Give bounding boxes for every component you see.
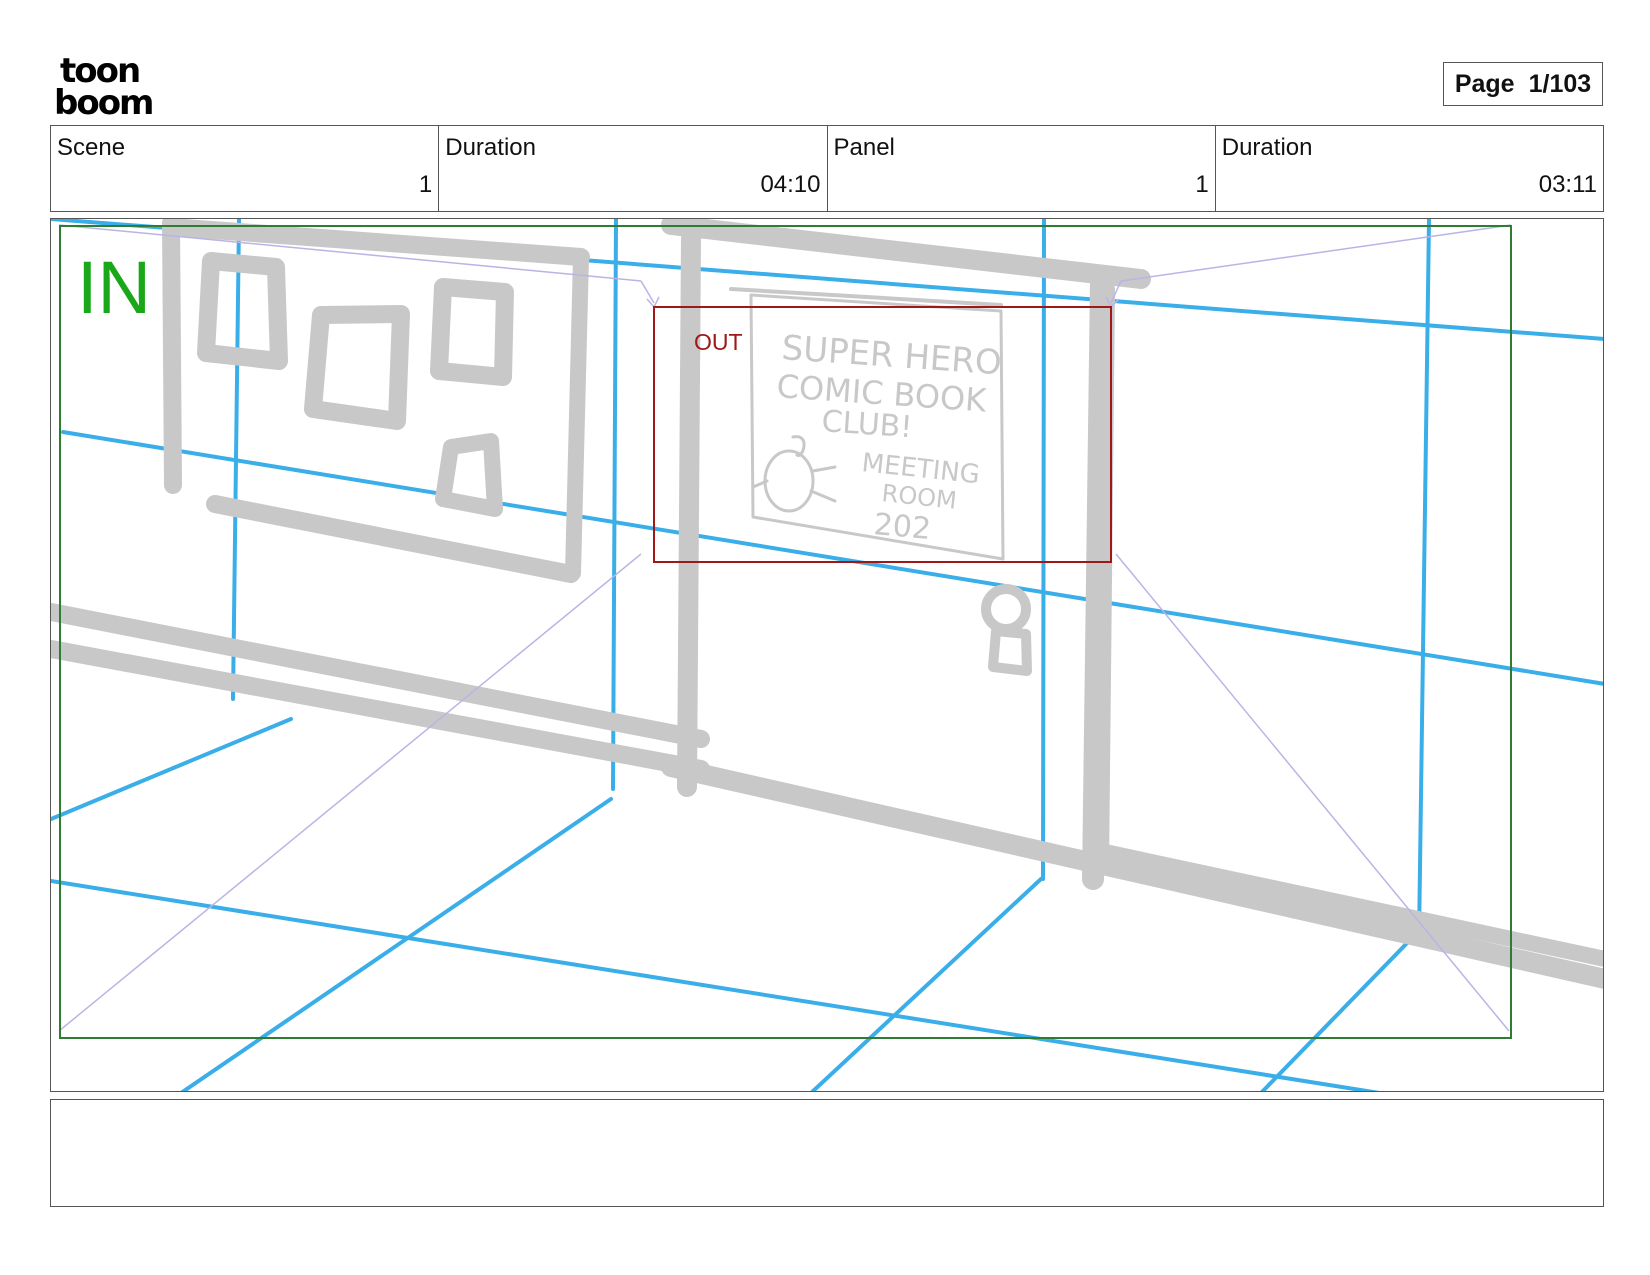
poster-line-3: CLUB!	[820, 404, 913, 445]
scene-cell: Scene 1	[51, 126, 440, 211]
page-value: 1/103	[1528, 69, 1592, 98]
scene-label: Scene	[57, 134, 126, 161]
page-indicator: Page 1/103	[1443, 62, 1603, 106]
page-label: Page	[1454, 69, 1515, 98]
scene-info-table: Scene 1 Duration 04:10 Panel 1 Duration …	[50, 125, 1604, 212]
poster-line-6: 202	[872, 507, 932, 547]
scene-value: 1	[418, 171, 433, 198]
storyboard-panel: SUPER HERO COMIC BOOK CLUB! MEETING ROOM…	[50, 218, 1604, 1092]
panel-drawing: SUPER HERO COMIC BOOK CLUB! MEETING ROOM…	[51, 219, 1603, 1091]
panel-value: 1	[1195, 171, 1209, 198]
scene-duration-value: 04:10	[760, 171, 821, 198]
in-frame-label: IN	[77, 246, 151, 329]
toon-boom-logo: toon boom	[54, 51, 174, 123]
panel-label: Panel	[833, 134, 895, 161]
out-frame-label: OUT	[694, 329, 743, 355]
panel-duration-value: 03:11	[1538, 171, 1597, 198]
panel-duration-label: Duration	[1221, 134, 1313, 161]
panel-duration-cell: Duration 03:11	[1216, 126, 1603, 211]
poster-bug-doodle	[751, 435, 837, 513]
panel-notes-box	[50, 1099, 1604, 1207]
logo-text-bottom: boom	[54, 83, 152, 118]
scene-duration-cell: Duration 04:10	[439, 126, 828, 211]
scene-duration-label: Duration	[445, 134, 536, 161]
panel-cell: Panel 1	[828, 126, 1216, 211]
poster-text: SUPER HERO COMIC BOOK CLUB! MEETING ROOM…	[775, 328, 1003, 547]
